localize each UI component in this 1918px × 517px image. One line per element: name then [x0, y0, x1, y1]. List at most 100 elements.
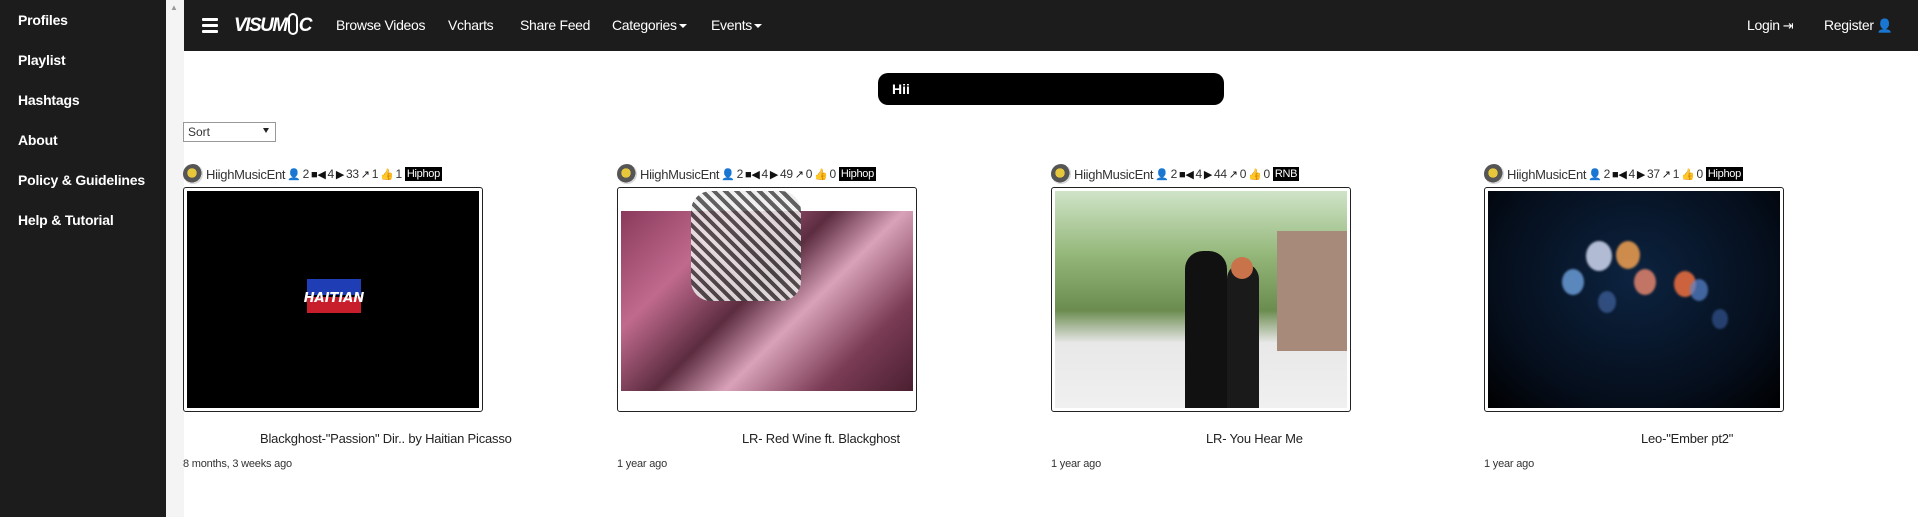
video-title-link[interactable]: LR- You Hear Me	[1206, 431, 1303, 446]
user-icon: 👤	[721, 168, 735, 181]
sign-in-icon: ⇥	[1782, 18, 1794, 33]
video-thumbnail-frame[interactable]	[617, 187, 917, 412]
plays-count: 37	[1647, 167, 1660, 181]
play-icon: ▶	[335, 168, 345, 181]
video-timestamp: 1 year ago	[617, 458, 667, 470]
likes-count: 0	[1696, 167, 1703, 181]
video-title-link[interactable]: Leo-"Ember pt2"	[1641, 431, 1733, 446]
genre-badge[interactable]: Hiphop	[1705, 167, 1743, 181]
play-icon: ▶	[769, 168, 779, 181]
video-camera-icon: ■◀	[744, 168, 760, 181]
likes-count: 0	[1263, 167, 1270, 181]
sidebar-item-help[interactable]: Help & Tutorial	[0, 212, 166, 252]
video-meta: HiighMusicEnt 👤 2 ■◀ 4 ▶ 33 ↗ 1 👍 1 Hiphop	[183, 163, 583, 185]
nav-share-feed[interactable]: Share Feed	[520, 17, 590, 33]
site-logo[interactable]: VISUM C	[234, 13, 312, 37]
share-icon: ↗	[360, 168, 370, 181]
share-icon: ↗	[794, 168, 804, 181]
video-title-link[interactable]: LR- Red Wine ft. Blackghost	[742, 431, 900, 446]
video-thumbnail[interactable]	[1055, 191, 1347, 408]
login-label: Login	[1747, 17, 1780, 33]
owner-name[interactable]: HiighMusicEnt	[1074, 167, 1153, 182]
play-icon: ▶	[1203, 168, 1213, 181]
login-link[interactable]: Login ⇥	[1747, 17, 1794, 34]
followers-count: 2	[302, 167, 310, 181]
video-thumbnail-frame[interactable]: HAITIAN	[183, 187, 483, 412]
nav-events-label: Events	[711, 17, 752, 33]
shares-count: 0	[1239, 167, 1247, 181]
nav-categories-dropdown[interactable]: Categories	[612, 17, 687, 33]
followers-count: 2	[1603, 167, 1611, 181]
thumbs-up-icon: 👍	[814, 168, 828, 181]
likes-count: 0	[829, 167, 836, 181]
logo-graphic: HAITIAN	[299, 275, 369, 321]
video-camera-icon: ■◀	[1611, 168, 1627, 181]
nav-events-dropdown[interactable]: Events	[711, 17, 762, 33]
video-meta: HiighMusicEnt 👤 2 ■◀ 4 ▶ 37 ↗ 1 👍 0 Hiphop	[1484, 163, 1884, 185]
video-meta: HiighMusicEnt 👤 2 ■◀ 4 ▶ 49 ↗ 0 👍 0 Hiphop	[617, 163, 1017, 185]
thumbs-up-icon: 👍	[1681, 168, 1695, 181]
user-icon: 👤	[287, 168, 301, 181]
video-title-link[interactable]: Blackghost-"Passion" Dir.. by Haitian Pi…	[260, 431, 512, 446]
plays-count: 49	[780, 167, 793, 181]
owner-name[interactable]: HiighMusicEnt	[640, 167, 719, 182]
video-camera-icon: ■◀	[1178, 168, 1194, 181]
genre-badge[interactable]: RNB	[1272, 167, 1300, 181]
nav-vcharts[interactable]: Vcharts	[448, 17, 494, 33]
shares-count: 1	[371, 167, 379, 181]
video-card: HiighMusicEnt 👤 2 ■◀ 4 ▶ 33 ↗ 1 👍 1 Hiphop HAITIAN	[183, 163, 583, 412]
video-timestamp: 1 year ago	[1484, 458, 1534, 470]
video-thumbnail[interactable]: HAITIAN	[187, 191, 479, 408]
video-card: HiighMusicEnt 👤 2 ■◀ 4 ▶ 49 ↗ 0 👍 0 Hiphop	[617, 163, 1017, 412]
hamburger-menu-icon[interactable]	[202, 18, 218, 34]
register-link[interactable]: Register 👤	[1824, 17, 1893, 34]
shares-count: 0	[805, 167, 813, 181]
avatar[interactable]	[617, 164, 637, 184]
thumbnail-logo-text: HAITIAN	[304, 291, 365, 306]
video-timestamp: 1 year ago	[1051, 458, 1101, 470]
sidebar-item-profiles[interactable]: Profiles	[0, 12, 166, 52]
user-icon: 👤	[1155, 168, 1169, 181]
videos-count: 4	[1195, 167, 1202, 181]
nav-browse-videos[interactable]: Browse Videos	[336, 17, 426, 33]
owner-name[interactable]: HiighMusicEnt	[206, 167, 285, 182]
sidebar-item-playlist[interactable]: Playlist	[0, 52, 166, 92]
followers-count: 2	[1170, 167, 1178, 181]
videos-count: 4	[1628, 167, 1635, 181]
video-thumbnail-frame[interactable]	[1484, 187, 1784, 412]
plays-count: 33	[346, 167, 359, 181]
genre-badge[interactable]: Hiphop	[404, 167, 442, 181]
video-thumbnail[interactable]	[621, 191, 913, 408]
scrollbar[interactable]: ▲	[166, 0, 184, 517]
shares-count: 1	[1672, 167, 1680, 181]
plays-count: 44	[1214, 167, 1227, 181]
avatar[interactable]	[1051, 164, 1071, 184]
play-icon: ▶	[1636, 168, 1646, 181]
register-label: Register	[1824, 17, 1874, 33]
video-meta: HiighMusicEnt 👤 2 ■◀ 4 ▶ 44 ↗ 0 👍 0 RNB	[1051, 163, 1451, 185]
top-navbar: VISUM C Browse Videos Vcharts Share Feed …	[184, 0, 1918, 51]
share-icon: ↗	[1661, 168, 1671, 181]
avatar[interactable]	[1484, 164, 1504, 184]
sort-select[interactable]: Sort	[183, 122, 276, 142]
genre-badge[interactable]: Hiphop	[838, 167, 876, 181]
videos-count: 4	[761, 167, 768, 181]
sidebar-item-policy[interactable]: Policy & Guidelines	[0, 172, 166, 212]
video-timestamp: 8 months, 3 weeks ago	[183, 458, 292, 470]
caret-down-icon	[754, 24, 762, 28]
sidebar-item-hashtags[interactable]: Hashtags	[0, 92, 166, 132]
avatar[interactable]	[183, 164, 203, 184]
video-camera-icon: ■◀	[310, 168, 326, 181]
scroll-up-arrow-icon[interactable]: ▲	[170, 3, 178, 12]
microphone-icon	[287, 13, 298, 35]
video-thumbnail[interactable]	[1488, 191, 1780, 408]
thumbs-up-icon: 👍	[380, 168, 394, 181]
caret-down-icon	[678, 24, 687, 28]
search-input[interactable]	[878, 73, 1224, 105]
sidebar-item-about[interactable]: About	[0, 132, 166, 172]
video-card: HiighMusicEnt 👤 2 ■◀ 4 ▶ 44 ↗ 0 👍 0 RNB	[1051, 163, 1451, 412]
sort-selected-label: Sort	[188, 125, 211, 139]
owner-name[interactable]: HiighMusicEnt	[1507, 167, 1586, 182]
nav-categories-label: Categories	[612, 17, 677, 33]
video-thumbnail-frame[interactable]	[1051, 187, 1351, 412]
